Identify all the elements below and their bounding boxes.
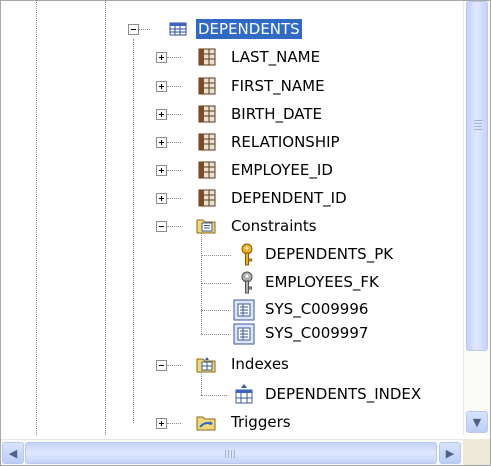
column-icon (197, 160, 216, 179)
expand-toggle[interactable] (156, 137, 167, 148)
column-icon (197, 132, 216, 151)
tree-connector (167, 114, 181, 115)
tree-node-dependent-id-label[interactable]: DEPENDENT_ID (229, 188, 349, 208)
expand-toggle[interactable] (156, 165, 167, 176)
scroll-down-button[interactable]: ▼ (466, 411, 488, 433)
tree-connector (201, 395, 227, 396)
triggers-folder-icon (196, 412, 216, 431)
tree-connector (167, 86, 181, 87)
tree-connector (201, 283, 231, 284)
collapse-toggle[interactable] (128, 24, 139, 35)
tree-node-last-name-label[interactable]: LAST_NAME (229, 47, 322, 67)
tree-guide-line (133, 39, 134, 423)
tree-connector (167, 142, 181, 143)
expand-toggle[interactable] (156, 418, 167, 429)
tree-node-employees-fk-label[interactable]: EMPLOYEES_FK (263, 272, 381, 292)
tree-guide-line (105, 1, 106, 435)
expand-toggle[interactable] (156, 52, 167, 63)
arrow-down-icon: ▼ (472, 415, 482, 429)
arrow-right-icon: ▶ (445, 446, 455, 460)
index-icon (233, 383, 253, 404)
tree-node-triggers-label[interactable]: Triggers (229, 412, 293, 432)
tree-connector (201, 255, 231, 256)
tree-guide-line (201, 372, 202, 395)
tree-connector (167, 170, 181, 171)
table-icon (169, 20, 187, 38)
tree-node-relationship-label[interactable]: RELATIONSHIP (229, 132, 342, 152)
schema-tree: DEPENDENTS LAST_NAME FIRST_NAME BIRTH_DA… (1, 1, 463, 435)
tree-node-birth-date-label[interactable]: BIRTH_DATE (229, 104, 324, 124)
scroll-left-button[interactable]: ◀ (2, 442, 24, 464)
column-icon (197, 76, 216, 95)
check-constraint-icon (233, 323, 255, 345)
tree-node-dependents-index-label[interactable]: DEPENDENTS_INDEX (263, 384, 423, 404)
tree-node-indexes-label[interactable]: Indexes (229, 354, 291, 374)
tree-node-employee-id-label[interactable]: EMPLOYEE_ID (229, 160, 335, 180)
expand-toggle[interactable] (156, 193, 167, 204)
tree-connector (201, 310, 229, 311)
tree-connector (138, 29, 150, 30)
horizontal-scroll-thumb[interactable] (25, 442, 437, 464)
collapse-toggle[interactable] (156, 360, 167, 371)
expand-toggle[interactable] (156, 81, 167, 92)
tree-connector (201, 334, 229, 335)
tree-node-sys-c009997-label[interactable]: SYS_C009997 (263, 323, 370, 343)
tree-node-dependents-pk-label[interactable]: DEPENDENTS_PK (263, 244, 395, 264)
tree-node-constraints-label[interactable]: Constraints (229, 216, 319, 236)
expand-toggle[interactable] (156, 109, 167, 120)
tree-guide-line (36, 1, 37, 435)
check-constraint-icon (233, 299, 255, 321)
scroll-right-button[interactable]: ▶ (439, 442, 461, 464)
tree-connector (167, 57, 181, 58)
foreign-key-icon (237, 271, 255, 294)
column-icon (197, 47, 216, 66)
column-icon (197, 188, 216, 207)
tree-connector (167, 423, 181, 424)
column-icon (197, 104, 216, 123)
constraints-folder-icon (196, 215, 216, 234)
tree-node-sys-c009996-label[interactable]: SYS_C009996 (263, 299, 370, 319)
vertical-scrollbar[interactable]: ▼ (463, 1, 490, 435)
tree-connector (167, 365, 181, 366)
arrow-left-icon: ◀ (8, 446, 18, 460)
tree-connector (167, 226, 181, 227)
indexes-folder-icon (196, 354, 216, 373)
tree-node-first-name-label[interactable]: FIRST_NAME (229, 76, 327, 96)
scrollbar-corner (463, 439, 490, 465)
horizontal-scrollbar[interactable]: ◀ ▶ (1, 439, 463, 465)
primary-key-icon (237, 243, 255, 266)
vertical-scroll-thumb[interactable] (466, 1, 488, 351)
collapse-toggle[interactable] (156, 221, 167, 232)
tree-node-dependents-label[interactable]: DEPENDENTS (196, 19, 302, 39)
tree-connector (167, 198, 181, 199)
object-browser-panel: DEPENDENTS LAST_NAME FIRST_NAME BIRTH_DA… (0, 0, 491, 466)
